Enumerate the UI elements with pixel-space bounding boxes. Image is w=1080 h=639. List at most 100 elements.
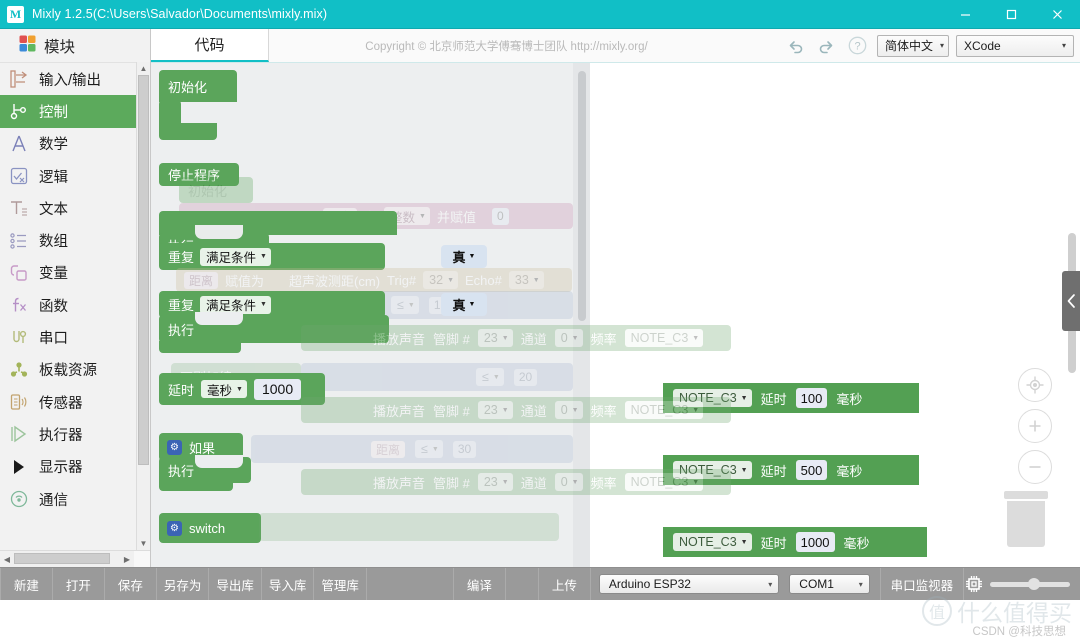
scrollbar-track[interactable] xyxy=(137,75,150,537)
compare-value-20: 20 xyxy=(513,368,538,386)
delay-unit-dropdown[interactable]: 毫秒 ▼ xyxy=(201,380,247,398)
sidebar-item-text[interactable]: 文本 xyxy=(0,192,150,224)
repeat-mode-dropdown[interactable]: 满足条件 ▼ xyxy=(200,247,271,266)
block-repeat-while[interactable]: 重复 满足条件 ▼ xyxy=(159,243,385,270)
trash-icon[interactable] xyxy=(1004,491,1048,559)
block-init[interactable]: 初始化 xyxy=(159,70,237,102)
scroll-left-arrow[interactable]: ◀ xyxy=(0,551,14,567)
save-button[interactable]: 保存 xyxy=(105,568,157,600)
note-value: NOTE_C3 xyxy=(630,331,689,345)
zoom-slider[interactable] xyxy=(990,573,1070,595)
ultrasonic-label: 超声波测距(cm) xyxy=(289,273,381,289)
redo-icon[interactable] xyxy=(815,34,839,58)
sidebar-item-function[interactable]: 函数 xyxy=(0,289,150,321)
upload-button[interactable]: 上传 xyxy=(539,568,591,600)
close-button[interactable] xyxy=(1034,0,1080,28)
board-select[interactable]: Arduino ESP32 ▾ xyxy=(598,574,780,594)
language-select[interactable]: 简体中文 ▾ xyxy=(876,34,949,57)
sidebar-horizontal-scrollbar[interactable]: ◀ ▶ xyxy=(0,550,150,567)
assign-zero-field[interactable]: 0 xyxy=(491,207,509,225)
delay-label: 延时 xyxy=(760,535,787,551)
sidebar-item-variable[interactable]: 变量 xyxy=(0,257,150,289)
repeat-mode-dropdown[interactable]: 满足条件 ▼ xyxy=(200,295,271,314)
maximize-button[interactable] xyxy=(988,0,1034,28)
sidebar-item-board-resource[interactable]: 板载资源 xyxy=(0,354,150,386)
note-dropdown-solid[interactable]: NOTE_C3 ▼ xyxy=(673,533,752,551)
scroll-down-arrow[interactable]: ▼ xyxy=(137,537,150,550)
zoom-out-button[interactable] xyxy=(1018,450,1052,484)
hscrollbar-track[interactable] xyxy=(14,551,120,567)
zoom-in-button[interactable] xyxy=(1018,409,1052,443)
import-library-button[interactable]: 导入库 xyxy=(262,568,315,600)
math-icon xyxy=(8,133,30,155)
delay-value-100[interactable]: 100 xyxy=(795,388,828,408)
sidebar-item-actuator[interactable]: 执行器 xyxy=(0,418,150,450)
sidebar-item-math[interactable]: 数学 xyxy=(0,128,150,160)
mixly-application-window: M Mixly 1.2.5(C:\Users\Salvador\Document… xyxy=(0,0,1080,638)
save-as-button[interactable]: 另存为 xyxy=(157,568,210,600)
block-bool-true-2[interactable]: 真 ▼ xyxy=(441,293,487,316)
port-value: COM1 xyxy=(799,577,834,591)
block-ultrasonic-assign-ghost: 距离 赋值为 超声波测距(cm) Trig# 32 ▼ Echo# 33 ▼ xyxy=(176,268,572,292)
scroll-up-arrow[interactable]: ▲ xyxy=(137,62,150,75)
delay-value-500[interactable]: 500 xyxy=(795,460,828,480)
gear-icon[interactable]: ⚙ xyxy=(167,439,182,455)
block-if-skirt[interactable] xyxy=(159,479,233,491)
delay-unit-value: 毫秒 xyxy=(207,383,233,398)
new-button[interactable]: 新建 xyxy=(1,568,53,600)
manage-library-button[interactable]: 管理库 xyxy=(314,568,367,600)
bool-true-value: 真 xyxy=(452,250,466,265)
sidebar-item-control[interactable]: 控制 xyxy=(0,95,136,128)
gear-icon[interactable]: ⚙ xyxy=(167,520,182,536)
play-sound-label: 播放声音 xyxy=(373,331,426,347)
sidebar-item-logic[interactable]: 逻辑 xyxy=(0,160,150,192)
sidebar-item-label: 传感器 xyxy=(39,395,83,412)
compare-operator-value: ≤ xyxy=(482,370,489,384)
open-button[interactable]: 打开 xyxy=(53,568,105,600)
sidebar-item-sensor[interactable]: 传感器 xyxy=(0,386,150,418)
channel-label: 通道 xyxy=(520,475,547,491)
sidebar-vertical-scrollbar[interactable]: ▲ ▼ xyxy=(136,62,150,550)
sidebar-item-io[interactable]: 输入/输出 xyxy=(0,63,150,95)
block-init-bottom-arm[interactable] xyxy=(159,123,217,140)
export-library-button[interactable]: 导出库 xyxy=(209,568,262,600)
port-select[interactable]: COM1 ▾ xyxy=(789,574,870,594)
help-icon[interactable]: ? xyxy=(846,34,870,58)
variable-icon xyxy=(8,262,30,284)
chip-icon[interactable] xyxy=(964,573,984,595)
freq-label: 频率 xyxy=(590,403,617,419)
minimize-button[interactable] xyxy=(942,0,988,28)
block-bool-true[interactable]: 真 ▼ xyxy=(441,245,487,268)
chevron-left-icon[interactable] xyxy=(1062,271,1080,331)
compile-button[interactable]: 编译 xyxy=(454,568,506,600)
editor-mode-select[interactable]: XCode ▾ xyxy=(956,34,1074,57)
sidebar-item-label: 板载资源 xyxy=(39,363,97,380)
block-repeat-while-2[interactable]: 重复 满足条件 ▼ xyxy=(159,291,385,318)
sidebar-item-communication[interactable]: 通信 xyxy=(0,483,150,515)
play-sound-label: 播放声音 xyxy=(373,403,426,419)
channel-value: 0 xyxy=(560,331,568,345)
pin-label: 管脚 # xyxy=(433,331,470,347)
scroll-right-arrow[interactable]: ▶ xyxy=(120,551,134,567)
block-delay-1000[interactable]: NOTE_C3 ▼ 延时 1000 毫秒 xyxy=(663,527,927,557)
block-compare-20-ghost: ≤ ▼ 20 xyxy=(301,363,573,391)
undo-icon[interactable] xyxy=(784,34,808,58)
ghost-var-distance-2: 距离 xyxy=(371,440,406,458)
flyout-scroll-thumb[interactable] xyxy=(578,71,586,321)
block-exec-2-skirt[interactable] xyxy=(159,341,241,353)
delay-value-field[interactable]: 1000 xyxy=(253,378,302,400)
hscrollbar-thumb[interactable] xyxy=(14,553,110,564)
delay-value-1000[interactable]: 1000 xyxy=(795,532,835,552)
trash-lid xyxy=(1004,491,1048,499)
tab-code[interactable]: 代码 xyxy=(151,29,269,62)
blockly-workspace[interactable]: 初始化 停止程序 初始化 量 ▼ 距离 为 xyxy=(151,63,1080,567)
sidebar-item-display[interactable]: 显示器 xyxy=(0,451,150,483)
sidebar-item-label: 串口 xyxy=(39,331,68,348)
block-switch[interactable]: ⚙ switch xyxy=(159,513,261,543)
center-target-icon[interactable] xyxy=(1018,368,1052,402)
sidebar-item-label: 逻辑 xyxy=(39,169,68,186)
scrollbar-thumb[interactable] xyxy=(138,75,149,465)
sidebar-item-serial[interactable]: 串口 xyxy=(0,321,150,353)
slider-knob[interactable] xyxy=(1028,578,1040,590)
sidebar-item-array[interactable]: 数组 xyxy=(0,224,150,256)
